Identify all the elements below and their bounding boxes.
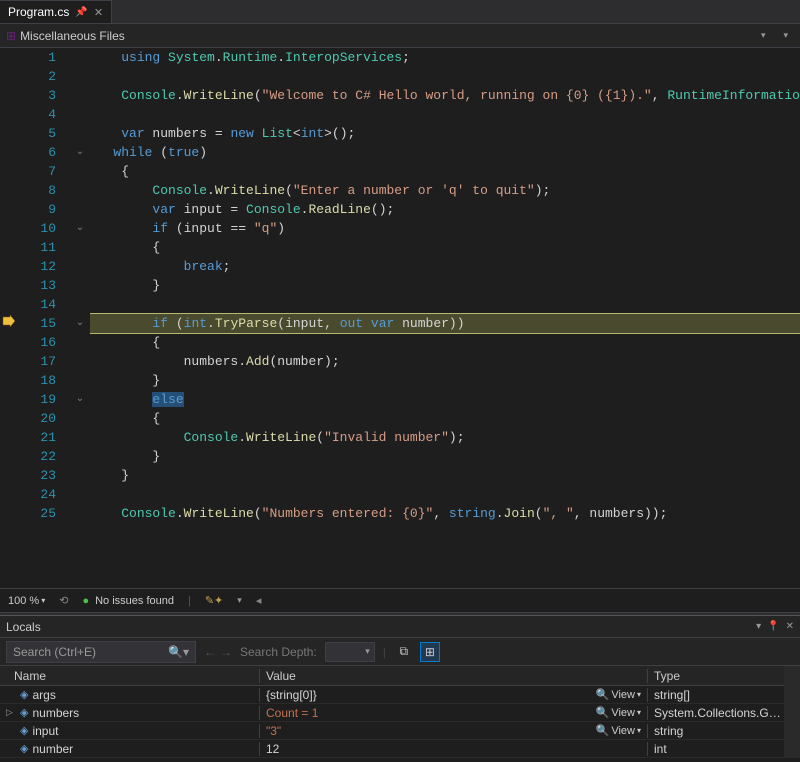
locals-grid: Name Value Type ◈ args {string[0]} 🔍 View ▾… bbox=[0, 666, 800, 762]
tab-title: Program.cs bbox=[8, 5, 69, 19]
var-name: number bbox=[32, 742, 73, 756]
var-value: "3" bbox=[266, 724, 281, 738]
breakpoint-margin[interactable] bbox=[0, 48, 20, 588]
file-tab[interactable]: Program.cs 📌 ✕ bbox=[0, 0, 112, 23]
locals-row[interactable]: ◈ input "3" 🔍 View ▾ string bbox=[0, 722, 784, 740]
fold-column[interactable]: ⌄⌄⌄⌄ bbox=[70, 48, 90, 588]
nav-back-icon[interactable]: ← bbox=[204, 645, 216, 659]
var-type: int bbox=[648, 742, 784, 756]
chevron-down-icon[interactable]: ▾ bbox=[237, 595, 242, 606]
locals-toolbar: Search (Ctrl+E) 🔍▾ ← → Search Depth: ▾ |… bbox=[0, 638, 800, 666]
variable-icon: ◈ bbox=[20, 742, 28, 755]
code-content[interactable]: using System.Runtime.InteropServices; Co… bbox=[90, 48, 800, 588]
issues-text: No issues found bbox=[95, 595, 174, 607]
pin-icon[interactable]: 📍 bbox=[767, 621, 779, 632]
separator: | bbox=[188, 595, 191, 607]
grid-header: Name Value Type bbox=[0, 666, 784, 686]
context-bar: ⊞ Miscellaneous Files ▾ ▾ bbox=[0, 24, 800, 48]
nav-forward-icon[interactable]: → bbox=[220, 645, 232, 659]
csharp-icon: ⊞ bbox=[6, 29, 16, 43]
split-icon[interactable]: ▾ bbox=[777, 30, 794, 41]
panel-title: Locals bbox=[6, 620, 41, 634]
grid-view-icon[interactable]: ⊞ bbox=[420, 642, 440, 662]
view-button[interactable]: 🔍 View ▾ bbox=[596, 688, 641, 702]
var-type: string[] bbox=[648, 688, 784, 702]
close-icon[interactable]: ✕ bbox=[786, 621, 794, 632]
pin-icon[interactable]: 📌 bbox=[75, 7, 87, 18]
search-icon: 🔍▾ bbox=[168, 645, 189, 659]
column-type[interactable]: Type bbox=[648, 669, 784, 683]
variable-icon: ◈ bbox=[20, 688, 28, 701]
tree-view-icon[interactable]: ⧉ bbox=[394, 642, 414, 662]
issues-indicator[interactable]: ● No issues found bbox=[82, 595, 174, 607]
close-icon[interactable]: ✕ bbox=[94, 6, 103, 19]
zoom-value: 100 % bbox=[8, 595, 39, 607]
scope-label: Miscellaneous Files bbox=[20, 29, 125, 43]
depth-dropdown[interactable]: ▾ bbox=[325, 642, 375, 662]
var-name: args bbox=[32, 688, 55, 702]
zoom-control[interactable]: 100 % ▾ bbox=[8, 595, 45, 607]
scrollbar[interactable] bbox=[784, 666, 800, 758]
locals-row[interactable]: ◈ args {string[0]} 🔍 View ▾ string[] bbox=[0, 686, 784, 704]
view-button[interactable]: 🔍 View ▾ bbox=[596, 724, 641, 738]
depth-label: Search Depth: bbox=[240, 645, 317, 659]
scope-dropdown[interactable]: ⊞ Miscellaneous Files bbox=[6, 29, 125, 43]
line-numbers: 1234567891011121314151617181920212223242… bbox=[20, 48, 70, 588]
code-editor[interactable]: 1234567891011121314151617181920212223242… bbox=[0, 48, 800, 588]
tab-bar: Program.cs 📌 ✕ bbox=[0, 0, 800, 24]
var-value: {string[0]} bbox=[266, 688, 317, 702]
chevron-down-icon: ▾ bbox=[41, 596, 45, 605]
lightbulb-icon[interactable]: ⟲ bbox=[59, 594, 68, 607]
nav-left-icon[interactable]: ◂ bbox=[256, 594, 262, 607]
execution-pointer-icon bbox=[2, 314, 16, 328]
magnifier-icon: 🔍 bbox=[596, 724, 610, 737]
editor-status-bar: 100 % ▾ ⟲ ● No issues found | ✎✦ ▾ ◂ bbox=[0, 588, 800, 612]
separator: | bbox=[383, 645, 386, 659]
variable-icon: ◈ bbox=[20, 724, 28, 737]
search-input[interactable]: Search (Ctrl+E) 🔍▾ bbox=[6, 641, 196, 663]
var-value: 12 bbox=[266, 742, 279, 756]
search-placeholder: Search (Ctrl+E) bbox=[13, 645, 96, 659]
column-value[interactable]: Value bbox=[260, 669, 648, 683]
locals-row[interactable]: ▷◈numbersCount = 1🔍 View ▾System.Collect… bbox=[0, 704, 784, 722]
check-icon: ● bbox=[82, 595, 89, 607]
wand-icon[interactable]: ✎✦ bbox=[205, 594, 223, 607]
window-menu-icon[interactable]: ▾ bbox=[756, 621, 761, 632]
var-type: string bbox=[648, 724, 784, 738]
var-name: input bbox=[32, 724, 58, 738]
locals-row[interactable]: ◈ number 12 int bbox=[0, 740, 784, 758]
chevron-down-icon[interactable]: ▾ bbox=[755, 30, 772, 41]
magnifier-icon: 🔍 bbox=[596, 688, 610, 701]
column-name[interactable]: Name bbox=[0, 669, 260, 683]
locals-panel-header: Locals ▾ 📍 ✕ bbox=[0, 616, 800, 638]
